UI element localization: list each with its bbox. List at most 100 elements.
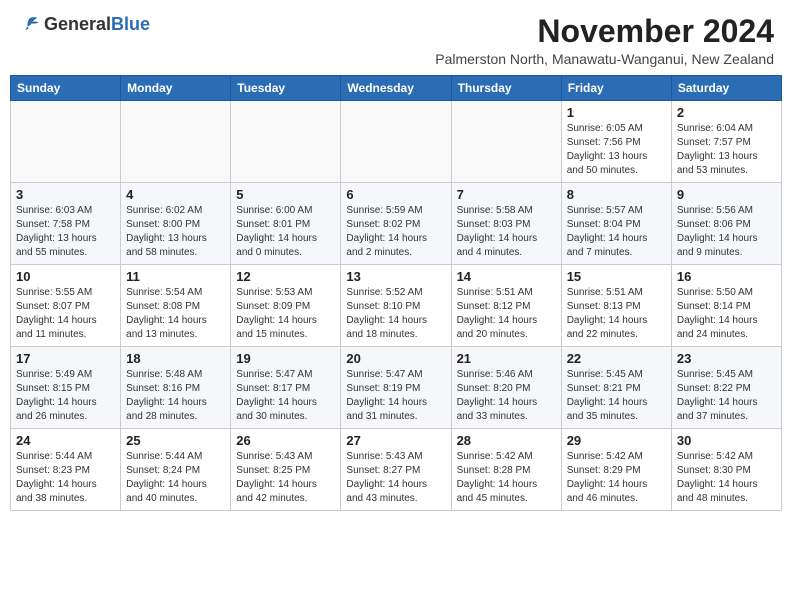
day-info: Sunrise: 5:54 AM Sunset: 8:08 PM Dayligh… [126,286,225,342]
page-header: GeneralBlue November 2024 Palmerston Nor… [10,10,782,71]
day-info: Sunrise: 5:58 AM Sunset: 8:03 PM Dayligh… [457,204,556,260]
day-info: Sunrise: 5:42 AM Sunset: 8:28 PM Dayligh… [457,450,556,506]
day-number: 11 [126,269,225,284]
day-cell: 30 Sunrise: 5:42 AM Sunset: 8:30 PM Dayli… [671,429,781,511]
day-info: Sunrise: 5:47 AM Sunset: 8:19 PM Dayligh… [346,368,445,424]
day-cell: 12Sunrise: 5:53 AM Sunset: 8:09 PM Dayli… [231,265,341,347]
day-info: Sunrise: 5:42 AM Sunset: 8:29 PM Dayligh… [567,450,666,506]
day-info: Sunrise: 5:57 AM Sunset: 8:04 PM Dayligh… [567,204,666,260]
day-number: 30 [677,433,776,448]
day-info: Sunrise: 6:05 AM Sunset: 7:56 PM Dayligh… [567,122,666,178]
day-number: 19 [236,351,335,366]
day-number: 20 [346,351,445,366]
day-number: 1 [567,105,666,120]
week-row-1: 1 Sunrise: 6:05 AM Sunset: 7:56 PM Daylig… [11,101,782,183]
location-subtitle: Palmerston North, Manawatu-Wanganui, New… [435,51,774,67]
weekday-header-thursday: Thursday [451,76,561,101]
day-number: 21 [457,351,556,366]
day-info: Sunrise: 6:04 AM Sunset: 7:57 PM Dayligh… [677,122,776,178]
day-number: 16 [677,269,776,284]
day-cell: 17 Sunrise: 5:49 AM Sunset: 8:15 PM Dayli… [11,347,121,429]
weekday-header-sunday: Sunday [11,76,121,101]
day-info: Sunrise: 5:46 AM Sunset: 8:20 PM Dayligh… [457,368,556,424]
day-cell: 18 Sunrise: 5:48 AM Sunset: 8:16 PM Dayli… [121,347,231,429]
day-cell: 15 Sunrise: 5:51 AM Sunset: 8:13 PM Dayli… [561,265,671,347]
day-cell: 26 Sunrise: 5:43 AM Sunset: 8:25 PM Dayli… [231,429,341,511]
day-info: Sunrise: 5:48 AM Sunset: 8:16 PM Dayligh… [126,368,225,424]
day-info: Sunrise: 5:45 AM Sunset: 8:21 PM Dayligh… [567,368,666,424]
day-cell: 5Sunrise: 6:00 AM Sunset: 8:01 PM Daylig… [231,183,341,265]
day-info: Sunrise: 5:43 AM Sunset: 8:27 PM Dayligh… [346,450,445,506]
day-number: 8 [567,187,666,202]
day-number: 24 [16,433,115,448]
week-row-3: 10 Sunrise: 5:55 AM Sunset: 8:07 PM Dayli… [11,265,782,347]
logo: GeneralBlue [18,14,150,35]
day-info: Sunrise: 5:42 AM Sunset: 8:30 PM Dayligh… [677,450,776,506]
day-cell: 9 Sunrise: 5:56 AM Sunset: 8:06 PM Daylig… [671,183,781,265]
day-cell: 25 Sunrise: 5:44 AM Sunset: 8:24 PM Dayli… [121,429,231,511]
day-number: 27 [346,433,445,448]
day-info: Sunrise: 5:43 AM Sunset: 8:25 PM Dayligh… [236,450,335,506]
day-number: 25 [126,433,225,448]
week-row-4: 17 Sunrise: 5:49 AM Sunset: 8:15 PM Dayli… [11,347,782,429]
logo-icon [18,15,42,35]
day-cell: 27 Sunrise: 5:43 AM Sunset: 8:27 PM Dayli… [341,429,451,511]
calendar-table: SundayMondayTuesdayWednesdayThursdayFrid… [10,75,782,511]
week-row-2: 3 Sunrise: 6:03 AM Sunset: 7:58 PM Daylig… [11,183,782,265]
day-info: Sunrise: 5:56 AM Sunset: 8:06 PM Dayligh… [677,204,776,260]
day-number: 14 [457,269,556,284]
day-info: Sunrise: 5:45 AM Sunset: 8:22 PM Dayligh… [677,368,776,424]
day-cell: 7 Sunrise: 5:58 AM Sunset: 8:03 PM Daylig… [451,183,561,265]
day-info: Sunrise: 5:51 AM Sunset: 8:13 PM Dayligh… [567,286,666,342]
day-cell: 3 Sunrise: 6:03 AM Sunset: 7:58 PM Daylig… [11,183,121,265]
day-cell: 16Sunrise: 5:50 AM Sunset: 8:14 PM Dayli… [671,265,781,347]
day-cell [341,101,451,183]
day-info: Sunrise: 5:55 AM Sunset: 8:07 PM Dayligh… [16,286,115,342]
day-cell: 20 Sunrise: 5:47 AM Sunset: 8:19 PM Dayli… [341,347,451,429]
day-number: 9 [677,187,776,202]
day-cell: 28 Sunrise: 5:42 AM Sunset: 8:28 PM Dayli… [451,429,561,511]
day-info: Sunrise: 5:49 AM Sunset: 8:15 PM Dayligh… [16,368,115,424]
day-number: 12 [236,269,335,284]
day-info: Sunrise: 5:51 AM Sunset: 8:12 PM Dayligh… [457,286,556,342]
day-cell: 21 Sunrise: 5:46 AM Sunset: 8:20 PM Dayli… [451,347,561,429]
day-info: Sunrise: 5:44 AM Sunset: 8:24 PM Dayligh… [126,450,225,506]
weekday-header-tuesday: Tuesday [231,76,341,101]
day-info: Sunrise: 6:03 AM Sunset: 7:58 PM Dayligh… [16,204,115,260]
day-cell: 11 Sunrise: 5:54 AM Sunset: 8:08 PM Dayli… [121,265,231,347]
day-info: Sunrise: 5:44 AM Sunset: 8:23 PM Dayligh… [16,450,115,506]
day-cell: 29 Sunrise: 5:42 AM Sunset: 8:29 PM Dayli… [561,429,671,511]
week-row-5: 24 Sunrise: 5:44 AM Sunset: 8:23 PM Dayli… [11,429,782,511]
day-number: 7 [457,187,556,202]
title-block: November 2024 Palmerston North, Manawatu… [435,14,774,67]
day-cell [11,101,121,183]
day-number: 10 [16,269,115,284]
day-cell: 13 Sunrise: 5:52 AM Sunset: 8:10 PM Dayli… [341,265,451,347]
day-number: 17 [16,351,115,366]
weekday-header-row: SundayMondayTuesdayWednesdayThursdayFrid… [11,76,782,101]
day-number: 18 [126,351,225,366]
day-number: 29 [567,433,666,448]
weekday-header-wednesday: Wednesday [341,76,451,101]
day-number: 3 [16,187,115,202]
day-number: 6 [346,187,445,202]
day-number: 15 [567,269,666,284]
day-cell: 14 Sunrise: 5:51 AM Sunset: 8:12 PM Dayli… [451,265,561,347]
day-number: 13 [346,269,445,284]
day-number: 28 [457,433,556,448]
day-number: 22 [567,351,666,366]
day-info: Sunrise: 6:02 AM Sunset: 8:00 PM Dayligh… [126,204,225,260]
month-title: November 2024 [435,14,774,49]
day-cell: 10 Sunrise: 5:55 AM Sunset: 8:07 PM Dayli… [11,265,121,347]
day-cell: 2 Sunrise: 6:04 AM Sunset: 7:57 PM Daylig… [671,101,781,183]
day-cell: 24 Sunrise: 5:44 AM Sunset: 8:23 PM Dayli… [11,429,121,511]
day-cell [231,101,341,183]
logo-general: General [44,14,111,34]
day-cell: 23 Sunrise: 5:45 AM Sunset: 8:22 PM Dayli… [671,347,781,429]
day-info: Sunrise: 5:52 AM Sunset: 8:10 PM Dayligh… [346,286,445,342]
day-cell [121,101,231,183]
day-number: 2 [677,105,776,120]
day-number: 26 [236,433,335,448]
day-number: 23 [677,351,776,366]
day-info: Sunrise: 5:47 AM Sunset: 8:17 PM Dayligh… [236,368,335,424]
